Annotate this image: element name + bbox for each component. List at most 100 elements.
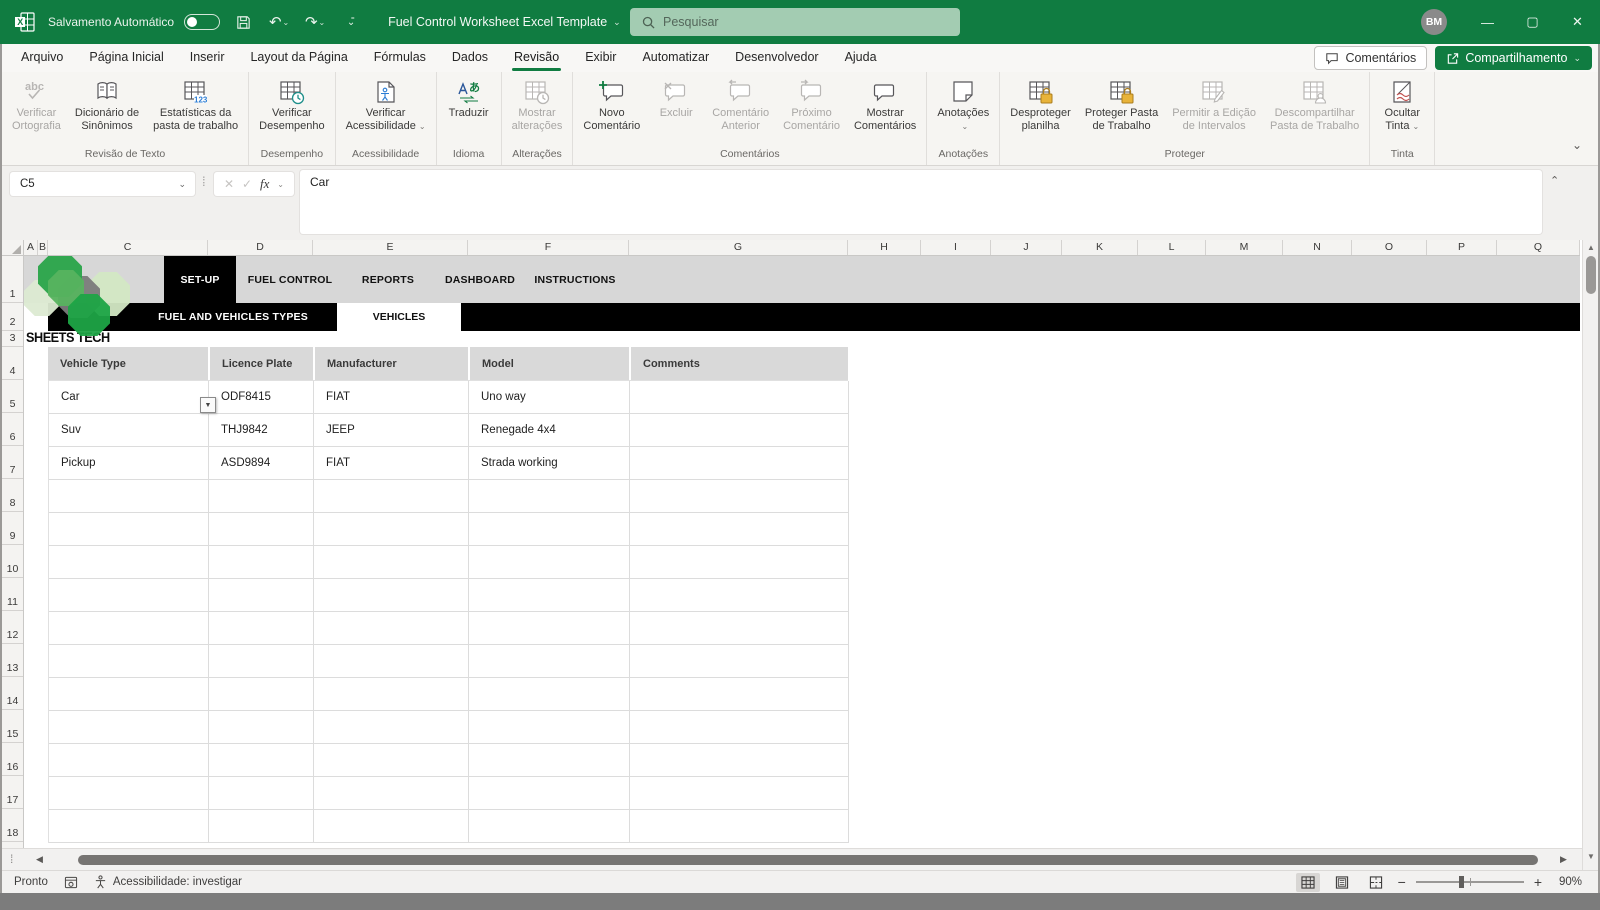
cell-E11[interactable] [314, 579, 469, 612]
horizontal-scrollbar[interactable]: ⁞ ◀ ▶ [2, 848, 1582, 870]
confirm-entry-button[interactable]: ✓ [242, 177, 252, 191]
cell-D17[interactable] [209, 777, 314, 810]
column-header-N[interactable]: N [1283, 240, 1352, 255]
ribbon-button-estatisticas-da-pasta-de-trabalho[interactable]: 123 Estatísticas da pasta de trabalho [146, 72, 245, 133]
cell-C8[interactable] [49, 480, 209, 513]
ribbon-button-proteger-pasta-de-trabalho[interactable]: Proteger Pasta de Trabalho [1078, 72, 1165, 133]
cell-G8[interactable] [630, 480, 849, 513]
cell-C7[interactable]: Pickup [49, 447, 209, 480]
cell-D8[interactable] [209, 480, 314, 513]
column-header-L[interactable]: L [1138, 240, 1206, 255]
cell-E14[interactable] [314, 678, 469, 711]
zoom-slider[interactable] [1415, 876, 1524, 888]
ribbon-button-verificar-acessibilidade[interactable]: Verificar Acessibilidade ⌄ [339, 72, 433, 133]
row-header-17[interactable]: 17 [2, 776, 23, 809]
zoom-level[interactable]: 90% [1552, 876, 1582, 888]
cell-G11[interactable] [630, 579, 849, 612]
row-header-14[interactable]: 14 [2, 677, 23, 710]
menu-tab-ajuda[interactable]: Ajuda [832, 44, 890, 72]
avatar[interactable]: BM [1421, 9, 1447, 35]
scroll-right-icon[interactable]: ▶ [1560, 854, 1567, 865]
sheet-nav-tab-reports[interactable]: REPORTS [354, 256, 422, 303]
cell-D16[interactable] [209, 744, 314, 777]
table-header-licence-plate[interactable]: Licence Plate [210, 347, 313, 380]
column-header-I[interactable]: I [921, 240, 991, 255]
cell-G12[interactable] [630, 612, 849, 645]
cell-F13[interactable] [469, 645, 630, 678]
menu-tab-desenvolvedor[interactable]: Desenvolvedor [722, 44, 831, 72]
cell-E15[interactable] [314, 711, 469, 744]
maximize-button[interactable]: ▢ [1510, 0, 1555, 44]
horizontal-scroll-thumb[interactable] [78, 855, 1538, 865]
row-header-6[interactable]: 6 [2, 413, 23, 446]
sheet-sub-tab-vehicles[interactable]: VEHICLES [337, 303, 461, 331]
ribbon-button-ocultar-tinta[interactable]: Ocultar Tinta ⌄ [1373, 72, 1431, 133]
cell-D11[interactable] [209, 579, 314, 612]
sheet-canvas[interactable]: SET-UP FUEL CONTROL REPORTS DASHBOARD INSTRU… [24, 256, 1580, 848]
menu-tab-automatizar[interactable]: Automatizar [629, 44, 722, 72]
menu-tab-revisao[interactable]: Revisão [501, 44, 572, 72]
cell-C6[interactable]: Suv [49, 414, 209, 447]
column-header-G[interactable]: G [629, 240, 848, 255]
vertical-scroll-thumb[interactable] [1586, 256, 1596, 294]
cell-C17[interactable] [49, 777, 209, 810]
row-header-4[interactable]: 4 [2, 347, 23, 380]
cell-F11[interactable] [469, 579, 630, 612]
cell-G9[interactable] [630, 513, 849, 546]
sheet-sub-tab-fuel-and-vehicles-types[interactable]: FUEL AND VEHICLES TYPES [128, 303, 338, 331]
cell-F16[interactable] [469, 744, 630, 777]
cell-G17[interactable] [630, 777, 849, 810]
view-page-layout-button[interactable] [1330, 873, 1354, 892]
ribbon-button-verificar-desempenho[interactable]: Verificar Desempenho [252, 72, 331, 133]
ribbon-button-novo-comentario[interactable]: Novo Comentário [576, 72, 647, 133]
search-box[interactable]: Pesquisar [630, 8, 960, 36]
cell-G16[interactable] [630, 744, 849, 777]
share-button[interactable]: Compartilhamento ⌄ [1435, 46, 1592, 70]
cell-E16[interactable] [314, 744, 469, 777]
column-header-E[interactable]: E [313, 240, 468, 255]
name-box[interactable]: C5 ⌄ [10, 172, 195, 196]
column-header-M[interactable]: M [1206, 240, 1283, 255]
zoom-slider-handle[interactable] [1459, 876, 1464, 888]
cell-E8[interactable] [314, 480, 469, 513]
cell-D13[interactable] [209, 645, 314, 678]
cell-E7[interactable]: FIAT [314, 447, 469, 480]
cell-D14[interactable] [209, 678, 314, 711]
cell-E12[interactable] [314, 612, 469, 645]
column-header-O[interactable]: O [1352, 240, 1427, 255]
qat-customize-icon[interactable]: ⌄̄ [338, 9, 364, 35]
row-header-3[interactable]: 3 [2, 331, 23, 347]
row-header-16[interactable]: 16 [2, 743, 23, 776]
row-header-13[interactable]: 13 [2, 644, 23, 677]
row-header-12[interactable]: 12 [2, 611, 23, 644]
formula-bar-splitter[interactable]: ⁞ [202, 174, 206, 189]
select-all-corner[interactable] [2, 240, 24, 255]
cell-D15[interactable] [209, 711, 314, 744]
cell-F17[interactable] [469, 777, 630, 810]
table-header-comments[interactable]: Comments [631, 347, 848, 380]
cell-C18[interactable] [49, 810, 209, 843]
sheet-nav-tab-fuel-control[interactable]: FUEL CONTROL [246, 256, 334, 303]
cell-F5[interactable]: Uno way [469, 381, 630, 414]
ribbon-button-desproteger-planilha[interactable]: Desproteger planilha [1003, 72, 1078, 133]
cell-D7[interactable]: ASD9894 [209, 447, 314, 480]
cell-E17[interactable] [314, 777, 469, 810]
ribbon-button-dicionario-de-sinonimos[interactable]: Dicionário de Sinônimos [68, 72, 146, 133]
cell-G7[interactable] [630, 447, 849, 480]
close-button[interactable]: ✕ [1555, 0, 1600, 44]
menu-tab-pagina-inicial[interactable]: Página Inicial [76, 44, 176, 72]
row-header-8[interactable]: 8 [2, 479, 23, 512]
insert-function-button[interactable]: fx [260, 176, 269, 192]
column-header-B[interactable]: B [38, 240, 48, 255]
scroll-up-icon[interactable]: ▲ [1583, 243, 1599, 252]
cell-G6[interactable] [630, 414, 849, 447]
formula-input[interactable]: Car [300, 170, 1542, 234]
ribbon-collapse-button[interactable]: ⌄ [1572, 138, 1582, 152]
cell-F14[interactable] [469, 678, 630, 711]
view-normal-button[interactable] [1295, 872, 1320, 892]
cell-D6[interactable]: THJ9842 [209, 414, 314, 447]
zoom-out-button[interactable]: − [1398, 874, 1406, 890]
cell-E5[interactable]: FIAT [314, 381, 469, 414]
cell-E6[interactable]: JEEP [314, 414, 469, 447]
cell-C15[interactable] [49, 711, 209, 744]
